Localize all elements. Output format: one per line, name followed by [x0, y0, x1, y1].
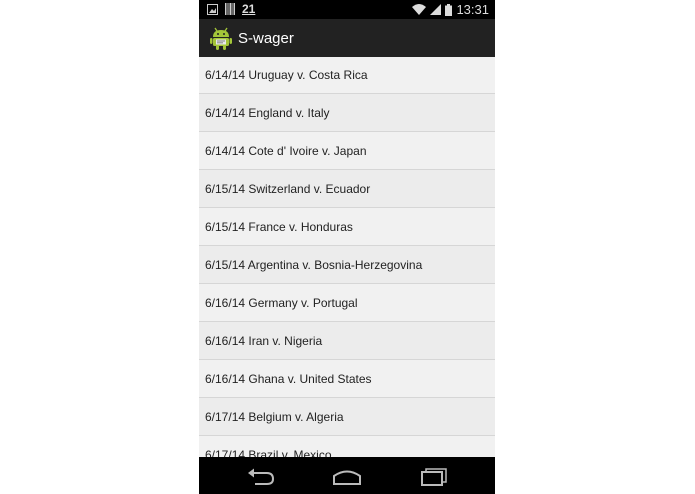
action-bar: S-wager [199, 19, 495, 57]
recent-apps-icon[interactable] [418, 465, 450, 487]
list-item[interactable]: 6/17/14 Brazil v. Mexico [199, 436, 495, 457]
list-item[interactable]: 6/14/14 Cote d' Ivoire v. Japan [199, 132, 495, 170]
match-list[interactable]: 6/14/14 Uruguay v. Costa Rica 6/14/14 En… [199, 57, 495, 457]
wifi-icon [412, 4, 427, 15]
status-bar: 21 13:31 [199, 0, 495, 19]
phone-screen: 21 13:31 S-wager 6/14/14 Uruguay v. Cost… [199, 0, 495, 494]
list-item[interactable]: 6/15/14 France v. Honduras [199, 208, 495, 246]
list-item[interactable]: 6/17/14 Belgium v. Algeria [199, 398, 495, 436]
navigation-bar [199, 457, 495, 494]
list-item[interactable]: 6/16/14 Ghana v. United States [199, 360, 495, 398]
android-app-icon[interactable] [210, 26, 232, 50]
status-bar-notifications: 21 [207, 2, 255, 16]
home-icon[interactable] [331, 465, 363, 487]
clock: 13:31 [456, 2, 489, 17]
barcode-icon [225, 3, 235, 15]
list-item[interactable]: 6/15/14 Switzerland v. Ecuador [199, 170, 495, 208]
list-item[interactable]: 6/15/14 Argentina v. Bosnia-Herzegovina [199, 246, 495, 284]
list-item[interactable]: 6/14/14 England v. Italy [199, 94, 495, 132]
image-icon [207, 3, 218, 15]
back-icon[interactable] [245, 465, 277, 487]
status-bar-system: 13:31 [412, 2, 489, 17]
list-item[interactable]: 6/16/14 Iran v. Nigeria [199, 322, 495, 360]
battery-icon [445, 3, 453, 16]
list-item[interactable]: 6/16/14 Germany v. Portugal [199, 284, 495, 322]
signal-icon [430, 4, 442, 15]
list-item[interactable]: 6/14/14 Uruguay v. Costa Rica [199, 57, 495, 94]
notification-count: 21 [242, 2, 256, 16]
app-title: S-wager [238, 29, 294, 47]
